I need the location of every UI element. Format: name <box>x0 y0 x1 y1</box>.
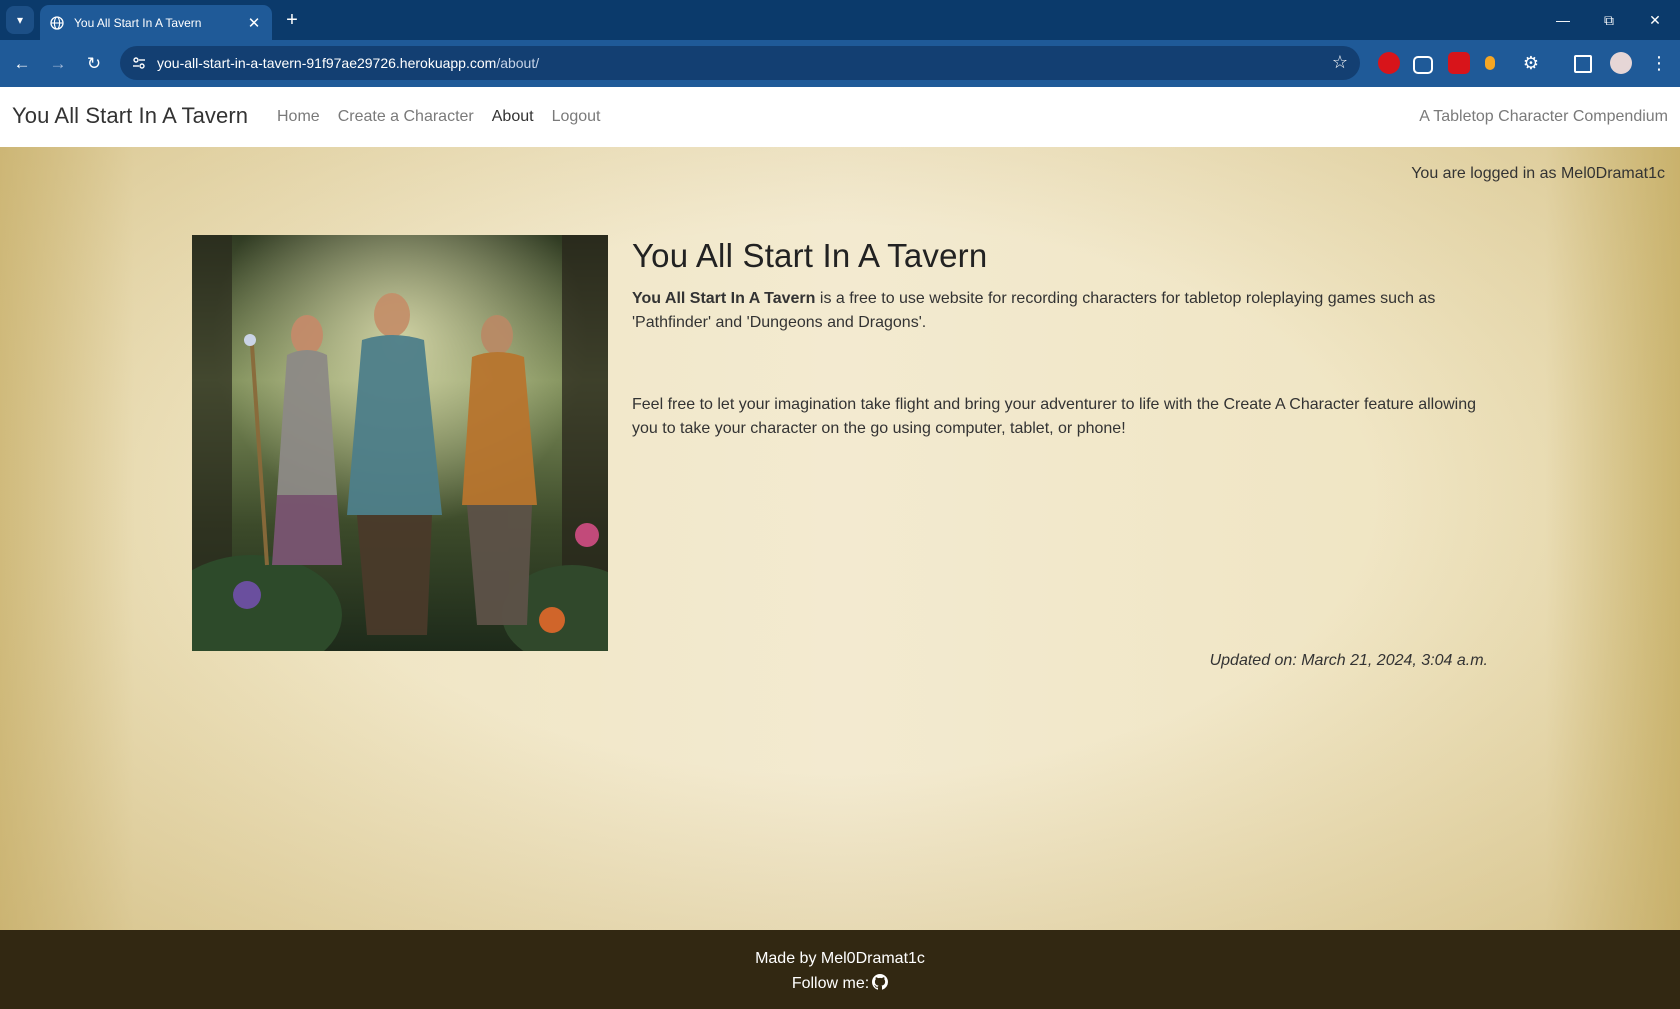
url-domain: you-all-start-in-a-tavern-91f97ae29726.h… <box>157 55 497 71</box>
plus-icon[interactable]: + <box>280 8 304 32</box>
tab-search-icon[interactable]: ▾ <box>6 6 34 34</box>
github-icon[interactable] <box>872 974 889 995</box>
site-brand[interactable]: You All Start In A Tavern <box>12 103 248 129</box>
intro-paragraph: You All Start In A Tavern is a free to u… <box>632 287 1492 335</box>
extensions-icon[interactable]: ⚙ <box>1520 52 1542 74</box>
site-footer: Made by Mel0Dramat1c Follow me: <box>0 930 1680 1009</box>
footer-follow-label: Follow me: <box>791 975 870 992</box>
nav-create-character-link[interactable]: Create a Character <box>338 108 474 126</box>
nav-logout-link[interactable]: Logout <box>552 108 601 126</box>
footer-made-by: Made by Mel0Dramat1c <box>755 950 925 967</box>
restore-icon[interactable]: ⧉ <box>1586 0 1632 40</box>
web-page: You All Start In A Tavern Home Create a … <box>0 87 1680 1009</box>
feature-paragraph: Feel free to let your imagination take f… <box>632 396 1477 437</box>
nav-home-link[interactable]: Home <box>277 108 320 126</box>
close-icon[interactable]: ✕ <box>244 13 264 33</box>
login-status: You are logged in as Mel0Dramat1c <box>1411 165 1665 182</box>
nav-about-link[interactable]: About <box>492 108 534 126</box>
address-bar[interactable]: you-all-start-in-a-tavern-91f97ae29726.h… <box>120 46 1360 80</box>
window-close-icon[interactable]: ✕ <box>1632 0 1678 40</box>
site-navbar: You All Start In A Tavern Home Create a … <box>0 87 1680 147</box>
site-settings-icon[interactable] <box>130 54 148 72</box>
tab-title: You All Start In A Tavern <box>74 15 202 30</box>
minimize-icon[interactable]: — <box>1540 0 1586 40</box>
side-panel-icon[interactable] <box>1574 55 1592 73</box>
site-tagline: A Tabletop Character Compendium <box>1419 108 1668 125</box>
back-icon[interactable]: ← <box>8 50 36 78</box>
reload-icon[interactable]: ↻ <box>80 50 108 78</box>
adventurers-image <box>192 235 608 651</box>
footer-follow: Follow me: <box>0 974 1680 995</box>
url-path: /about/ <box>496 55 540 71</box>
about-content: You All Start In A Tavern You All Start … <box>632 237 1492 441</box>
menu-icon[interactable]: ⋮ <box>1648 52 1670 74</box>
extension-adblock-icon[interactable] <box>1378 52 1400 74</box>
main-content-area: You are logged in as Mel0Dramat1c You Al… <box>0 147 1680 930</box>
intro-bold-name: You All Start In A Tavern <box>632 290 816 307</box>
page-title: You All Start In A Tavern <box>632 237 988 274</box>
profile-icon[interactable] <box>1610 52 1632 74</box>
nav-links: Home Create a Character About Logout <box>277 108 619 126</box>
browser-tab[interactable]: You All Start In A Tavern ✕ <box>40 5 272 40</box>
updated-timestamp: Updated on: March 21, 2024, 3:04 a.m. <box>1209 652 1488 669</box>
url-text: you-all-start-in-a-tavern-91f97ae29726.h… <box>157 55 539 71</box>
star-icon[interactable]: ☆ <box>1332 52 1348 73</box>
extension-honey-icon[interactable] <box>1485 56 1495 70</box>
extension-reader-icon[interactable] <box>1413 56 1433 74</box>
globe-icon <box>50 15 64 30</box>
forward-icon[interactable]: → <box>44 50 72 78</box>
extension-pdf-icon[interactable] <box>1448 52 1470 74</box>
browser-tab-bar: ▾ You All Start In A Tavern ✕ + — ⧉ ✕ <box>0 0 1680 40</box>
